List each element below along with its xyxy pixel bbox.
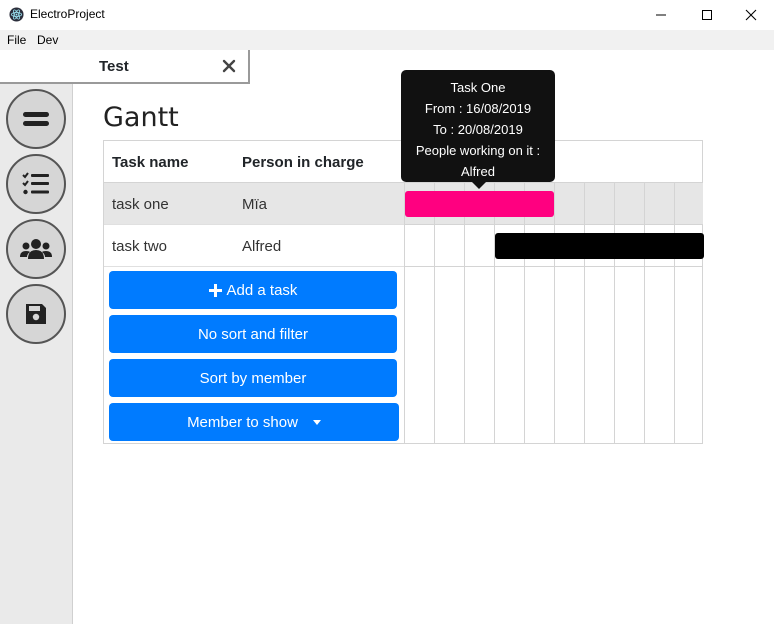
person-cell: Alfred bbox=[242, 238, 282, 255]
timeline-row-divider bbox=[405, 224, 703, 225]
sidebar bbox=[0, 84, 73, 624]
column-header-person[interactable]: Person in charge bbox=[242, 154, 364, 171]
no-sort-filter-label: No sort and filter bbox=[197, 325, 309, 343]
add-task-button[interactable]: Add a task bbox=[109, 271, 397, 309]
timeline-gridline bbox=[614, 183, 615, 443]
maximize-button[interactable] bbox=[684, 0, 730, 30]
no-sort-filter-button[interactable]: No sort and filter bbox=[109, 315, 397, 353]
menu-bar: File Dev bbox=[0, 30, 774, 50]
task-tooltip: Task One From : 16/08/2019 To : 20/08/20… bbox=[401, 70, 555, 182]
member-to-show-dropdown[interactable]: Member to show bbox=[109, 403, 399, 441]
title-bar: ElectroProject bbox=[0, 0, 774, 30]
sort-by-member-label: Sort by member bbox=[199, 369, 307, 387]
timeline-gridline bbox=[434, 183, 435, 443]
close-icon bbox=[745, 9, 757, 21]
timeline-gridline bbox=[644, 183, 645, 443]
timeline-gridline bbox=[674, 183, 675, 443]
tooltip-people: Alfred bbox=[461, 164, 495, 179]
tooltip-title: Task One bbox=[450, 80, 506, 95]
gantt-table: Task name Person in charge task one Mïa … bbox=[103, 140, 704, 444]
gantt-bar[interactable] bbox=[495, 233, 704, 259]
maximize-icon bbox=[702, 10, 712, 20]
table-row[interactable]: task two Alfred bbox=[104, 225, 404, 267]
gantt-bar[interactable] bbox=[405, 191, 554, 217]
timeline-row-divider bbox=[405, 266, 703, 267]
users-icon bbox=[20, 239, 52, 259]
tab-test[interactable]: Test bbox=[0, 50, 250, 84]
add-task-label: Add a task bbox=[226, 281, 298, 299]
menu-icon bbox=[23, 112, 49, 126]
electron-icon bbox=[9, 7, 24, 22]
task-list-icon bbox=[22, 172, 49, 195]
plus-icon bbox=[208, 283, 222, 297]
tab-close-icon[interactable] bbox=[221, 58, 237, 74]
column-header-task-name[interactable]: Task name bbox=[112, 154, 188, 171]
tab-strip: Test bbox=[0, 50, 774, 84]
timeline-gridline bbox=[464, 183, 465, 443]
menu-dev[interactable]: Dev bbox=[37, 33, 58, 47]
save-icon bbox=[26, 304, 46, 324]
task-name-cell: task two bbox=[112, 238, 168, 255]
tooltip-arrow bbox=[472, 182, 486, 189]
minimize-button[interactable] bbox=[638, 0, 684, 30]
tooltip-people-label: People working on it : bbox=[415, 143, 541, 158]
sidebar-tasks-button[interactable] bbox=[6, 154, 66, 214]
tooltip-to: To : 20/08/2019 bbox=[433, 122, 523, 137]
page-title: Gantt bbox=[103, 102, 179, 133]
menu-file[interactable]: File bbox=[7, 33, 26, 47]
sidebar-menu-button[interactable] bbox=[6, 89, 66, 149]
chevron-down-icon bbox=[312, 419, 321, 425]
timeline-gridline bbox=[524, 183, 525, 443]
close-window-button[interactable] bbox=[728, 0, 774, 30]
window-title: ElectroProject bbox=[30, 7, 105, 21]
sidebar-members-button[interactable] bbox=[6, 219, 66, 279]
minimize-icon bbox=[656, 14, 666, 16]
sidebar-save-button[interactable] bbox=[6, 284, 66, 344]
member-to-show-label: Member to show bbox=[187, 413, 298, 431]
gantt-timeline bbox=[404, 183, 704, 443]
tab-label: Test bbox=[99, 58, 129, 75]
timeline-gridline bbox=[554, 183, 555, 443]
timeline-gridline bbox=[494, 183, 495, 443]
timeline-gridline bbox=[584, 183, 585, 443]
sort-by-member-button[interactable]: Sort by member bbox=[109, 359, 397, 397]
task-name-cell: task one bbox=[112, 196, 169, 213]
tooltip-from: From : 16/08/2019 bbox=[424, 101, 532, 116]
table-row[interactable]: task one Mïa bbox=[104, 183, 404, 225]
person-cell: Mïa bbox=[242, 196, 268, 213]
